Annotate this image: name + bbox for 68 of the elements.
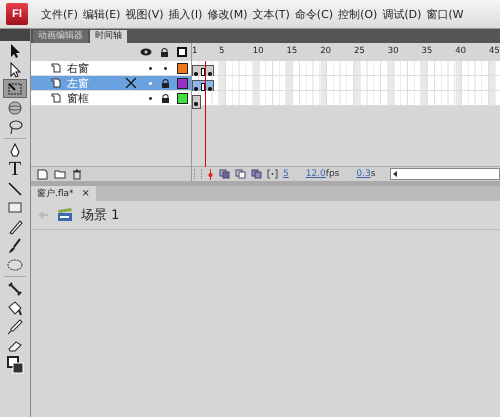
- current-frame[interactable]: 5: [283, 169, 289, 179]
- menu-item[interactable]: 文本(T): [251, 6, 291, 22]
- outline-icon[interactable]: [177, 47, 187, 57]
- menu-item[interactable]: 插入(I): [168, 6, 204, 22]
- keyframe-icon[interactable]: [194, 72, 198, 76]
- lock-icon[interactable]: [161, 78, 170, 88]
- menu-item[interactable]: 调试(D): [381, 6, 422, 22]
- text-tool[interactable]: T: [3, 160, 27, 179]
- menu-item[interactable]: 编辑(E): [82, 6, 122, 22]
- layer-row[interactable]: 右窗: [31, 61, 191, 76]
- frame-rate[interactable]: 12.0: [306, 169, 326, 179]
- frame-number: 5: [219, 46, 224, 56]
- onion-markers-icon[interactable]: [267, 169, 278, 179]
- center-frame-icon[interactable]: [207, 168, 214, 180]
- document-tab[interactable]: 窗户.fla* ×: [31, 186, 96, 201]
- layer-row[interactable]: 窗框: [31, 91, 191, 106]
- scene-name[interactable]: 场景 1: [81, 206, 120, 224]
- horizontal-scrollbar[interactable]: [390, 168, 500, 180]
- panel-tab[interactable]: 时间轴: [90, 30, 127, 43]
- frame-number: 20: [320, 46, 332, 56]
- onion-skin-icon[interactable]: [219, 169, 230, 179]
- unlocked-dot-icon[interactable]: [164, 66, 167, 70]
- new-layer-icon[interactable]: [37, 168, 48, 180]
- crossed-pencil-icon: [125, 77, 137, 89]
- frame-number: 10: [252, 46, 264, 56]
- menu-item[interactable]: 窗口(W: [425, 6, 465, 22]
- visible-dot-icon[interactable]: [149, 66, 152, 70]
- layer-color-swatch[interactable]: [176, 92, 188, 104]
- layer-name: 左窗: [67, 76, 90, 90]
- fps-unit: fps: [326, 169, 340, 179]
- scroll-left-icon[interactable]: [391, 170, 400, 178]
- onion-outline-icon[interactable]: [235, 169, 246, 179]
- frame-number: 25: [354, 46, 365, 56]
- keyframe-icon[interactable]: [194, 87, 198, 91]
- lock-icon[interactable]: [161, 93, 170, 103]
- keyframe-icon[interactable]: [208, 72, 212, 76]
- menu-item[interactable]: 修改(M): [206, 6, 248, 22]
- transform-tool-icon[interactable]: [3, 79, 27, 98]
- layer-color-swatch[interactable]: [176, 62, 188, 74]
- frame-number: 1: [192, 46, 198, 56]
- keyframe-icon[interactable]: [208, 87, 212, 91]
- layer-name: 窗框: [67, 90, 90, 106]
- app-logo[interactable]: Fl: [6, 3, 28, 25]
- close-button[interactable]: ×: [82, 188, 90, 199]
- panel-tab[interactable]: 动画编辑器: [33, 30, 88, 43]
- keyframe-icon[interactable]: [194, 102, 198, 106]
- time-unit: s: [370, 169, 376, 179]
- eye-icon[interactable]: [140, 48, 152, 56]
- elapsed-time[interactable]: 0.3: [356, 169, 371, 179]
- menu-item[interactable]: 文件(F): [40, 6, 79, 22]
- scene-icon: [57, 208, 73, 222]
- visible-dot-icon[interactable]: [149, 82, 152, 84]
- trash-icon[interactable]: [72, 168, 82, 180]
- frame-number: 40: [455, 46, 466, 56]
- frame-number: 15: [286, 46, 298, 56]
- frame-number: 45: [489, 46, 500, 56]
- menu-item[interactable]: 命令(C): [294, 6, 334, 22]
- frame-number: 30: [388, 46, 399, 56]
- frame-number: 35: [422, 46, 432, 56]
- menu-item[interactable]: 控制(O): [337, 6, 378, 22]
- lock-icon[interactable]: [160, 47, 169, 57]
- document-name: 窗户.fla*: [37, 188, 74, 200]
- layer-name: 右窗: [67, 60, 90, 76]
- visible-dot-icon[interactable]: [149, 96, 152, 100]
- folder-icon[interactable]: [54, 169, 66, 179]
- menu-item[interactable]: 视图(V): [124, 6, 165, 22]
- layer-color-swatch[interactable]: [176, 78, 188, 88]
- multiple-frames-icon[interactable]: [251, 169, 262, 179]
